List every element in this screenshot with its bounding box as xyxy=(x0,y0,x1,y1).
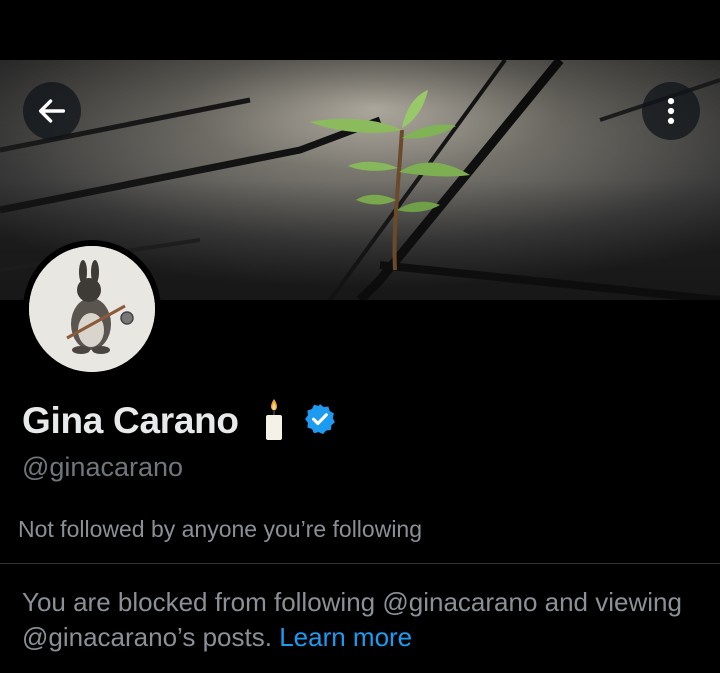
more-options-button[interactable] xyxy=(642,82,700,140)
arrow-left-icon xyxy=(38,99,66,123)
display-name: Gina Carano xyxy=(22,400,239,441)
blocked-notice: You are blocked from following @ginacara… xyxy=(22,585,702,655)
avatar[interactable] xyxy=(23,240,161,378)
profile-handle: @ginacarano xyxy=(22,452,184,482)
verified-badge-icon[interactable] xyxy=(303,402,337,441)
learn-more-link[interactable]: Learn more xyxy=(279,622,412,652)
divider xyxy=(0,563,720,564)
name-row: Gina Carano xyxy=(22,398,337,444)
followers-you-know[interactable]: Not followed by anyone you’re following xyxy=(18,516,422,543)
back-button[interactable] xyxy=(23,82,81,140)
avatar-image xyxy=(29,246,155,372)
candle-icon xyxy=(263,397,285,446)
more-vertical-icon xyxy=(667,97,675,125)
top-strip xyxy=(0,0,720,60)
